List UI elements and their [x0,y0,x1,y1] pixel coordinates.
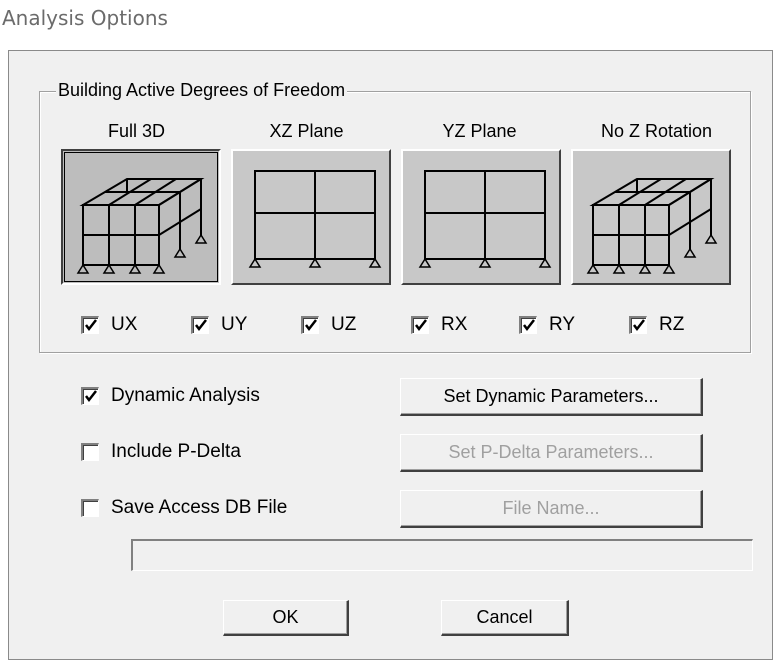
full-3d-button[interactable] [61,149,221,285]
dynamic-analysis-label: Dynamic Analysis [111,385,260,406]
file-path-field[interactable] [131,539,753,571]
checkbox-ry[interactable]: RY [519,313,575,337]
frame-2d-icon [248,170,382,268]
file-name-button[interactable]: File Name... [400,490,703,528]
ok-button[interactable]: OK [223,600,349,636]
mode-label-yz-plane: YZ Plane [442,121,517,141]
checkmark-icon [85,319,97,332]
p-delta-label: Include P-Delta [111,441,241,462]
mode-label-full-3d: Full 3D [107,121,165,141]
checkbox-rx[interactable]: RX [411,313,467,337]
dynamic-analysis-option[interactable]: Dynamic Analysis [81,384,260,408]
set-p-delta-parameters-button[interactable]: Set P-Delta Parameters... [400,434,703,472]
checkbox-rz[interactable]: RZ [629,313,684,337]
save-access-db-checkbox[interactable] [81,499,99,517]
checkbox-uz[interactable]: UZ [301,313,356,337]
checkmark-icon [633,319,645,332]
uy-label: UY [221,314,248,335]
checkmark-icon [305,319,317,332]
checkmark-icon [85,390,97,403]
rz-checkbox[interactable] [629,316,647,334]
dynamic-analysis-checkbox[interactable] [81,387,99,405]
no-z-rotation-button[interactable] [571,149,731,285]
set-dynamic-parameters-button[interactable]: Set Dynamic Parameters... [400,378,703,416]
ry-checkbox[interactable] [519,316,537,334]
ux-checkbox[interactable] [81,316,99,334]
p-delta-option[interactable]: Include P-Delta [81,440,241,464]
save-access-db-label: Save Access DB File [111,497,288,518]
window-title: Analysis Options [2,6,168,30]
uz-checkbox[interactable] [301,316,319,334]
rz-label: RZ [659,314,685,335]
uy-checkbox[interactable] [191,316,209,334]
checkmark-icon [415,319,427,332]
xz-plane-button[interactable] [231,149,391,285]
save-access-db-option[interactable]: Save Access DB File [81,496,287,520]
ux-label: UX [111,314,138,335]
checkbox-ux[interactable]: UX [81,313,137,337]
checkmark-icon [523,319,535,332]
uz-label: UZ [331,314,357,335]
dof-group-legend: Building Active Degrees of Freedom [56,80,348,101]
ry-label: RY [549,314,576,335]
checkbox-uy[interactable]: UY [191,313,247,337]
p-delta-checkbox[interactable] [81,443,99,461]
mode-label-no-z-rotation: No Z Rotation [600,121,713,141]
checkmark-icon [195,319,207,332]
rx-label: RX [441,314,468,335]
frame-3d-icon [76,178,208,274]
rx-checkbox[interactable] [411,316,429,334]
frame-2d-icon [418,170,552,268]
analysis-options-dialog: Building Active Degrees of Freedom Full … [8,50,773,660]
mode-label-xz-plane: XZ Plane [269,121,344,141]
cancel-button[interactable]: Cancel [441,600,569,636]
frame-3d-icon [586,178,718,274]
yz-plane-button[interactable] [401,149,561,285]
